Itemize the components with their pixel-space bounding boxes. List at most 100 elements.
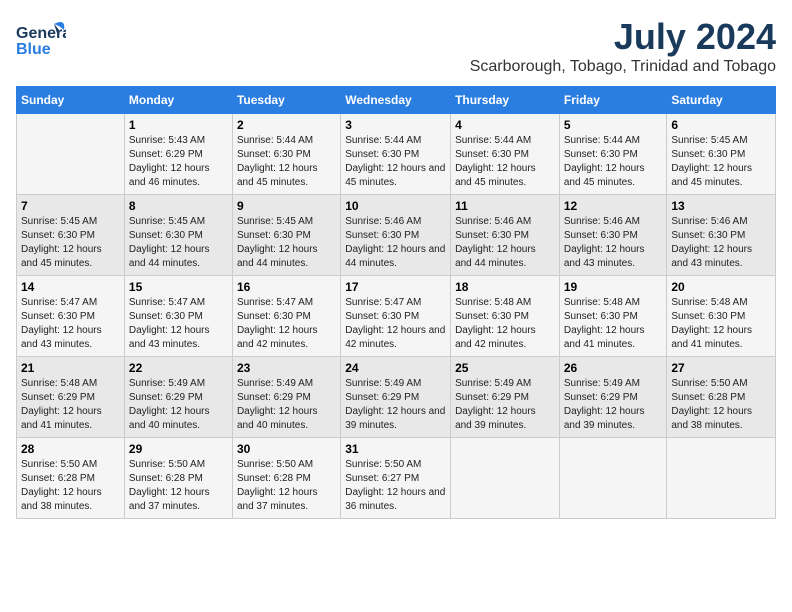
day-number: 22 — [129, 361, 228, 375]
table-row: 25 Sunrise: 5:49 AM Sunset: 6:29 PM Dayl… — [451, 357, 560, 438]
day-number: 21 — [21, 361, 120, 375]
daylight-text: Daylight: 12 hours and 39 minutes. — [345, 405, 446, 433]
calendar-header-row: Sunday Monday Tuesday Wednesday Thursday… — [17, 87, 776, 114]
table-row: 2 Sunrise: 5:44 AM Sunset: 6:30 PM Dayli… — [232, 114, 340, 195]
sunrise-text: Sunrise: 5:49 AM — [345, 377, 446, 391]
day-number: 12 — [564, 199, 663, 213]
day-info: Sunrise: 5:46 AM Sunset: 6:30 PM Dayligh… — [564, 215, 663, 271]
daylight-text: Daylight: 12 hours and 45 minutes. — [564, 162, 663, 190]
sunrise-text: Sunrise: 5:45 AM — [129, 215, 228, 229]
sunrise-text: Sunrise: 5:44 AM — [237, 134, 336, 148]
day-number: 6 — [671, 118, 771, 132]
day-number: 11 — [455, 199, 555, 213]
sunrise-text: Sunrise: 5:48 AM — [21, 377, 120, 391]
day-number: 7 — [21, 199, 120, 213]
daylight-text: Daylight: 12 hours and 43 minutes. — [564, 243, 663, 271]
sunset-text: Sunset: 6:29 PM — [345, 391, 446, 405]
sunrise-text: Sunrise: 5:44 AM — [345, 134, 446, 148]
sunrise-text: Sunrise: 5:50 AM — [21, 458, 120, 472]
day-info: Sunrise: 5:44 AM Sunset: 6:30 PM Dayligh… — [455, 134, 555, 190]
daylight-text: Daylight: 12 hours and 42 minutes. — [237, 324, 336, 352]
daylight-text: Daylight: 12 hours and 38 minutes. — [671, 405, 771, 433]
table-row — [559, 438, 667, 519]
sunrise-text: Sunrise: 5:44 AM — [455, 134, 555, 148]
sunset-text: Sunset: 6:30 PM — [21, 229, 120, 243]
day-number: 25 — [455, 361, 555, 375]
table-row: 20 Sunrise: 5:48 AM Sunset: 6:30 PM Dayl… — [667, 276, 776, 357]
calendar-week-row: 28 Sunrise: 5:50 AM Sunset: 6:28 PM Dayl… — [17, 438, 776, 519]
daylight-text: Daylight: 12 hours and 45 minutes. — [455, 162, 555, 190]
sunrise-text: Sunrise: 5:45 AM — [671, 134, 771, 148]
sunset-text: Sunset: 6:30 PM — [564, 310, 663, 324]
daylight-text: Daylight: 12 hours and 46 minutes. — [129, 162, 228, 190]
day-number: 1 — [129, 118, 228, 132]
table-row: 26 Sunrise: 5:49 AM Sunset: 6:29 PM Dayl… — [559, 357, 667, 438]
day-info: Sunrise: 5:44 AM Sunset: 6:30 PM Dayligh… — [345, 134, 446, 190]
sunrise-text: Sunrise: 5:47 AM — [21, 296, 120, 310]
calendar-week-row: 21 Sunrise: 5:48 AM Sunset: 6:29 PM Dayl… — [17, 357, 776, 438]
daylight-text: Daylight: 12 hours and 37 minutes. — [237, 486, 336, 514]
daylight-text: Daylight: 12 hours and 44 minutes. — [455, 243, 555, 271]
calendar-week-row: 1 Sunrise: 5:43 AM Sunset: 6:29 PM Dayli… — [17, 114, 776, 195]
sunset-text: Sunset: 6:30 PM — [564, 148, 663, 162]
daylight-text: Daylight: 12 hours and 45 minutes. — [345, 162, 446, 190]
header-thursday: Thursday — [451, 87, 560, 114]
sunrise-text: Sunrise: 5:46 AM — [345, 215, 446, 229]
day-number: 31 — [345, 442, 446, 456]
table-row: 19 Sunrise: 5:48 AM Sunset: 6:30 PM Dayl… — [559, 276, 667, 357]
sunrise-text: Sunrise: 5:46 AM — [455, 215, 555, 229]
day-info: Sunrise: 5:47 AM Sunset: 6:30 PM Dayligh… — [237, 296, 336, 352]
logo: General Blue — [16, 16, 66, 71]
day-info: Sunrise: 5:50 AM Sunset: 6:28 PM Dayligh… — [671, 377, 771, 433]
daylight-text: Daylight: 12 hours and 45 minutes. — [237, 162, 336, 190]
table-row: 1 Sunrise: 5:43 AM Sunset: 6:29 PM Dayli… — [124, 114, 232, 195]
sunrise-text: Sunrise: 5:50 AM — [237, 458, 336, 472]
header-monday: Monday — [124, 87, 232, 114]
sunset-text: Sunset: 6:30 PM — [237, 229, 336, 243]
sunset-text: Sunset: 6:30 PM — [671, 229, 771, 243]
sunset-text: Sunset: 6:30 PM — [129, 310, 228, 324]
day-info: Sunrise: 5:49 AM Sunset: 6:29 PM Dayligh… — [455, 377, 555, 433]
day-number: 2 — [237, 118, 336, 132]
day-info: Sunrise: 5:50 AM Sunset: 6:28 PM Dayligh… — [237, 458, 336, 514]
header-tuesday: Tuesday — [232, 87, 340, 114]
day-number: 3 — [345, 118, 446, 132]
sunrise-text: Sunrise: 5:49 AM — [237, 377, 336, 391]
table-row: 5 Sunrise: 5:44 AM Sunset: 6:30 PM Dayli… — [559, 114, 667, 195]
page-header: General Blue July 2024 Scarborough, Toba… — [16, 16, 776, 76]
daylight-text: Daylight: 12 hours and 37 minutes. — [129, 486, 228, 514]
sunset-text: Sunset: 6:30 PM — [564, 229, 663, 243]
day-number: 28 — [21, 442, 120, 456]
daylight-text: Daylight: 12 hours and 40 minutes. — [237, 405, 336, 433]
sunrise-text: Sunrise: 5:49 AM — [564, 377, 663, 391]
day-info: Sunrise: 5:48 AM Sunset: 6:29 PM Dayligh… — [21, 377, 120, 433]
sunset-text: Sunset: 6:30 PM — [455, 148, 555, 162]
sunset-text: Sunset: 6:30 PM — [671, 148, 771, 162]
day-number: 4 — [455, 118, 555, 132]
day-info: Sunrise: 5:48 AM Sunset: 6:30 PM Dayligh… — [455, 296, 555, 352]
day-info: Sunrise: 5:49 AM Sunset: 6:29 PM Dayligh… — [564, 377, 663, 433]
sunset-text: Sunset: 6:28 PM — [671, 391, 771, 405]
day-number: 9 — [237, 199, 336, 213]
sunset-text: Sunset: 6:30 PM — [129, 229, 228, 243]
day-info: Sunrise: 5:48 AM Sunset: 6:30 PM Dayligh… — [671, 296, 771, 352]
day-info: Sunrise: 5:49 AM Sunset: 6:29 PM Dayligh… — [237, 377, 336, 433]
sunset-text: Sunset: 6:29 PM — [237, 391, 336, 405]
day-info: Sunrise: 5:50 AM Sunset: 6:28 PM Dayligh… — [129, 458, 228, 514]
sunset-text: Sunset: 6:29 PM — [21, 391, 120, 405]
day-info: Sunrise: 5:46 AM Sunset: 6:30 PM Dayligh… — [345, 215, 446, 271]
sunrise-text: Sunrise: 5:45 AM — [237, 215, 336, 229]
day-info: Sunrise: 5:49 AM Sunset: 6:29 PM Dayligh… — [345, 377, 446, 433]
sunset-text: Sunset: 6:30 PM — [345, 148, 446, 162]
location-subtitle: Scarborough, Tobago, Trinidad and Tobago — [470, 58, 776, 76]
calendar-table: Sunday Monday Tuesday Wednesday Thursday… — [16, 86, 776, 519]
daylight-text: Daylight: 12 hours and 39 minutes. — [455, 405, 555, 433]
sunset-text: Sunset: 6:30 PM — [345, 229, 446, 243]
day-info: Sunrise: 5:45 AM Sunset: 6:30 PM Dayligh… — [129, 215, 228, 271]
table-row: 23 Sunrise: 5:49 AM Sunset: 6:29 PM Dayl… — [232, 357, 340, 438]
table-row: 31 Sunrise: 5:50 AM Sunset: 6:27 PM Dayl… — [341, 438, 451, 519]
table-row: 12 Sunrise: 5:46 AM Sunset: 6:30 PM Dayl… — [559, 195, 667, 276]
logo-icon: General Blue — [16, 16, 66, 71]
calendar-week-row: 14 Sunrise: 5:47 AM Sunset: 6:30 PM Dayl… — [17, 276, 776, 357]
table-row: 4 Sunrise: 5:44 AM Sunset: 6:30 PM Dayli… — [451, 114, 560, 195]
